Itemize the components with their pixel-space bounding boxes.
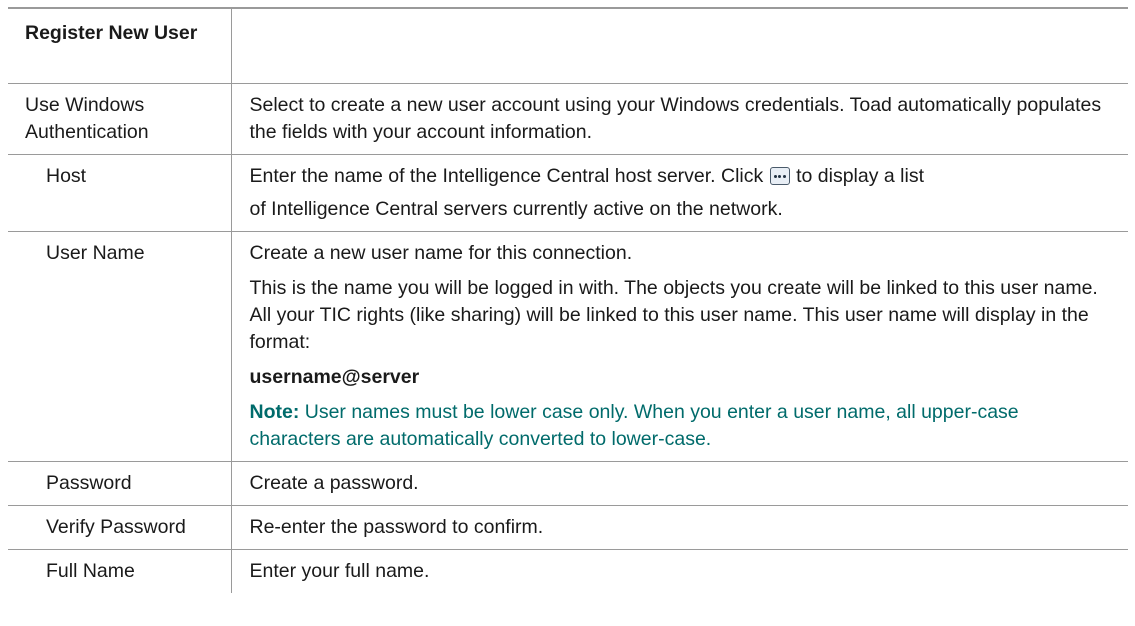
host-desc-part1: Enter the name of the Intelligence Centr…: [249, 164, 764, 187]
option-desc-full-name: Enter your full name.: [249, 559, 430, 582]
option-label-windows-auth: Use Windows Authentication: [8, 83, 232, 155]
option-label-password: Password: [8, 461, 232, 506]
user-name-note: Note: User names must be lower case only…: [250, 399, 1113, 453]
option-label-verify-password: Verify Password: [8, 505, 232, 550]
user-name-desc-p1: Create a new user name for this connecti…: [249, 241, 633, 264]
table-row-user-name: User Name Create a new user name for thi…: [8, 231, 1128, 462]
option-desc-windows-auth: Select to create a new user account usin…: [231, 83, 1128, 155]
option-label-full-name: Full Name: [8, 549, 232, 593]
table-row-full-name: Full Name Enter your full name.: [8, 549, 1128, 593]
user-name-format: username@server: [249, 365, 420, 388]
note-label: Note:: [249, 400, 300, 423]
option-desc-verify-password: Re-enter the password to confirm.: [231, 505, 1128, 550]
table-row-verify-password: Verify Password Re-enter the password to…: [8, 505, 1128, 550]
table-header-row: Register New User: [8, 7, 1128, 84]
option-label-user-name: User Name: [8, 231, 232, 462]
host-desc-part2: to display a list: [796, 164, 925, 187]
table-header-description: [231, 7, 1128, 84]
table-row-password: Password Create a password.: [8, 461, 1128, 506]
option-label-host: Host: [8, 154, 232, 232]
table-row-windows-auth: Use Windows Authentication Select to cre…: [8, 83, 1128, 155]
table-header-title: Register New User: [8, 7, 232, 84]
ellipsis-icon: [769, 166, 790, 185]
user-name-desc-p2: This is the name you will be logged in w…: [249, 276, 1098, 353]
table-row-host: Host Enter the name of the Intelligence …: [8, 154, 1128, 232]
option-desc-user-name: Create a new user name for this connecti…: [231, 231, 1128, 462]
option-desc-password: Create a password.: [231, 461, 1128, 506]
host-desc-line2: of Intelligence Central servers currentl…: [249, 197, 783, 220]
register-user-options-table: Register New User Use Windows Authentica…: [8, 7, 1128, 593]
option-desc-host: Enter the name of the Intelligence Centr…: [231, 154, 1128, 232]
note-text: User names must be lower case only. When…: [249, 400, 1019, 450]
